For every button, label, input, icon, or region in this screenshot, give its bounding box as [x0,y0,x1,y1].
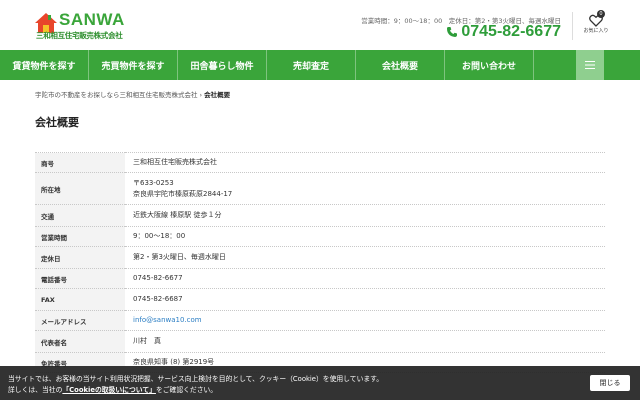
table-row: 電話番号 0745-82-6677 [35,268,605,289]
favorites-label: お気に入り [583,28,609,34]
row-value: 三和相互住宅販売株式会社 [133,158,217,166]
postal-code: 〒633-0253 [133,178,174,187]
breadcrumb-home-link[interactable]: 宇陀市の不動産をお探しなら三和相互住宅販売株式会社 [35,91,198,99]
header-divider [572,12,573,40]
nav-item-sell-appraisal[interactable]: 売却査定 [267,50,356,80]
main-nav: 賃貸物件を探す 売買物件を探す 田舎暮らし物件 売却査定 会社概要 お問い合わせ [0,50,640,80]
row-value: 第2・第3火曜日、毎週水曜日 [133,253,226,261]
menu-button[interactable] [576,50,604,80]
site-logo[interactable]: SANWA 三和相互住宅販売株式会社 [34,10,124,42]
breadcrumb-current: 会社概要 [204,91,231,99]
table-row: 商号 三和相互住宅販売株式会社 [35,152,605,173]
row-label: FAX [35,288,125,311]
cookie-banner: 当サイトでは、お客様の当サイト利用状況把握、サービス向上検討を目的として、クッキ… [0,366,640,400]
cookie-details-suffix: をご確認ください。 [155,386,218,394]
row-value: 0745-82-6677 [133,274,183,282]
table-row: 営業時間 9：00〜18：00 [35,226,605,247]
phone-number: 0745-82-6677 [461,23,561,40]
logo-company-name: 三和相互住宅販売株式会社 [36,31,123,40]
row-value: 〒633-0253 奈良県宇陀市榛原萩原2844-17 [125,173,605,205]
table-row: 定休日 第2・第3火曜日、毎週水曜日 [35,246,605,269]
breadcrumb: 宇陀市の不動産をお探しなら三和相互住宅販売株式会社 › 会社概要 [35,89,230,99]
cookie-close-button[interactable]: 閉じる [590,375,630,391]
nav-item-buy[interactable]: 売買物件を探す [89,50,178,80]
row-value: 9：00〜18：00 [133,232,186,240]
page-title: 会社概要 [35,116,79,130]
row-value: info@sanwa10.com [125,311,605,331]
cookie-details-prefix: 詳しくは、当社の [8,386,63,394]
address: 奈良県宇陀市榛原萩原2844-17 [133,189,233,198]
nav-item-contact[interactable]: お問い合わせ [445,50,534,80]
row-value: 川村 真 [133,337,161,345]
favorites-count-badge: 0 [597,10,605,18]
table-row: 交通 近鉄大阪線 榛原駅 徒歩１分 [35,204,605,227]
row-label: 定休日 [35,246,125,269]
nav-item-company[interactable]: 会社概要 [356,50,445,80]
breadcrumb-separator: › [199,91,203,99]
row-label: 代表者名 [35,330,125,353]
table-row: 代表者名 川村 真 [35,330,605,353]
email-link[interactable]: info@sanwa10.com [133,316,202,324]
heart-icon: 0 [589,10,605,27]
favorites-button[interactable]: 0 お気に入り [583,10,609,38]
phone-icon [447,27,458,37]
nav-item-rent[interactable]: 賃貸物件を探す [0,50,89,80]
table-row: FAX 0745-82-6687 [35,288,605,311]
row-value: 近鉄大阪線 榛原駅 徒歩１分 [133,211,222,219]
company-info-table: 商号 三和相互住宅販売株式会社 所在地 〒633-0253 奈良県宇陀市榛原萩原… [35,152,605,373]
header-phone[interactable]: 0745-82-6677 [446,23,561,41]
row-label: 電話番号 [35,268,125,289]
row-label: 所在地 [35,172,125,205]
cookie-policy-link[interactable]: 「Cookieの取扱いについて」 [62,386,156,394]
row-label: メールアドレス [35,310,125,331]
cookie-details: 詳しくは、当社の「Cookieの取扱いについて」をご確認ください。 [8,384,217,394]
cookie-message: 当サイトでは、お客様の当サイト利用状況把握、サービス向上検討を目的として、クッキ… [8,375,384,383]
logo-name: SANWA [59,10,125,29]
row-label: 交通 [35,204,125,227]
table-row: 所在地 〒633-0253 奈良県宇陀市榛原萩原2844-17 [35,172,605,205]
row-value: 0745-82-6687 [133,295,183,303]
row-label: 営業時間 [35,226,125,247]
nav-item-country-life[interactable]: 田舎暮らし物件 [178,50,267,80]
site-header: SANWA 三和相互住宅販売株式会社 営業時間：9：00〜18：00 定休日：第… [0,0,640,50]
table-row: メールアドレス info@sanwa10.com [35,310,605,331]
hamburger-menu-icon [585,61,595,69]
row-label: 商号 [35,152,125,173]
